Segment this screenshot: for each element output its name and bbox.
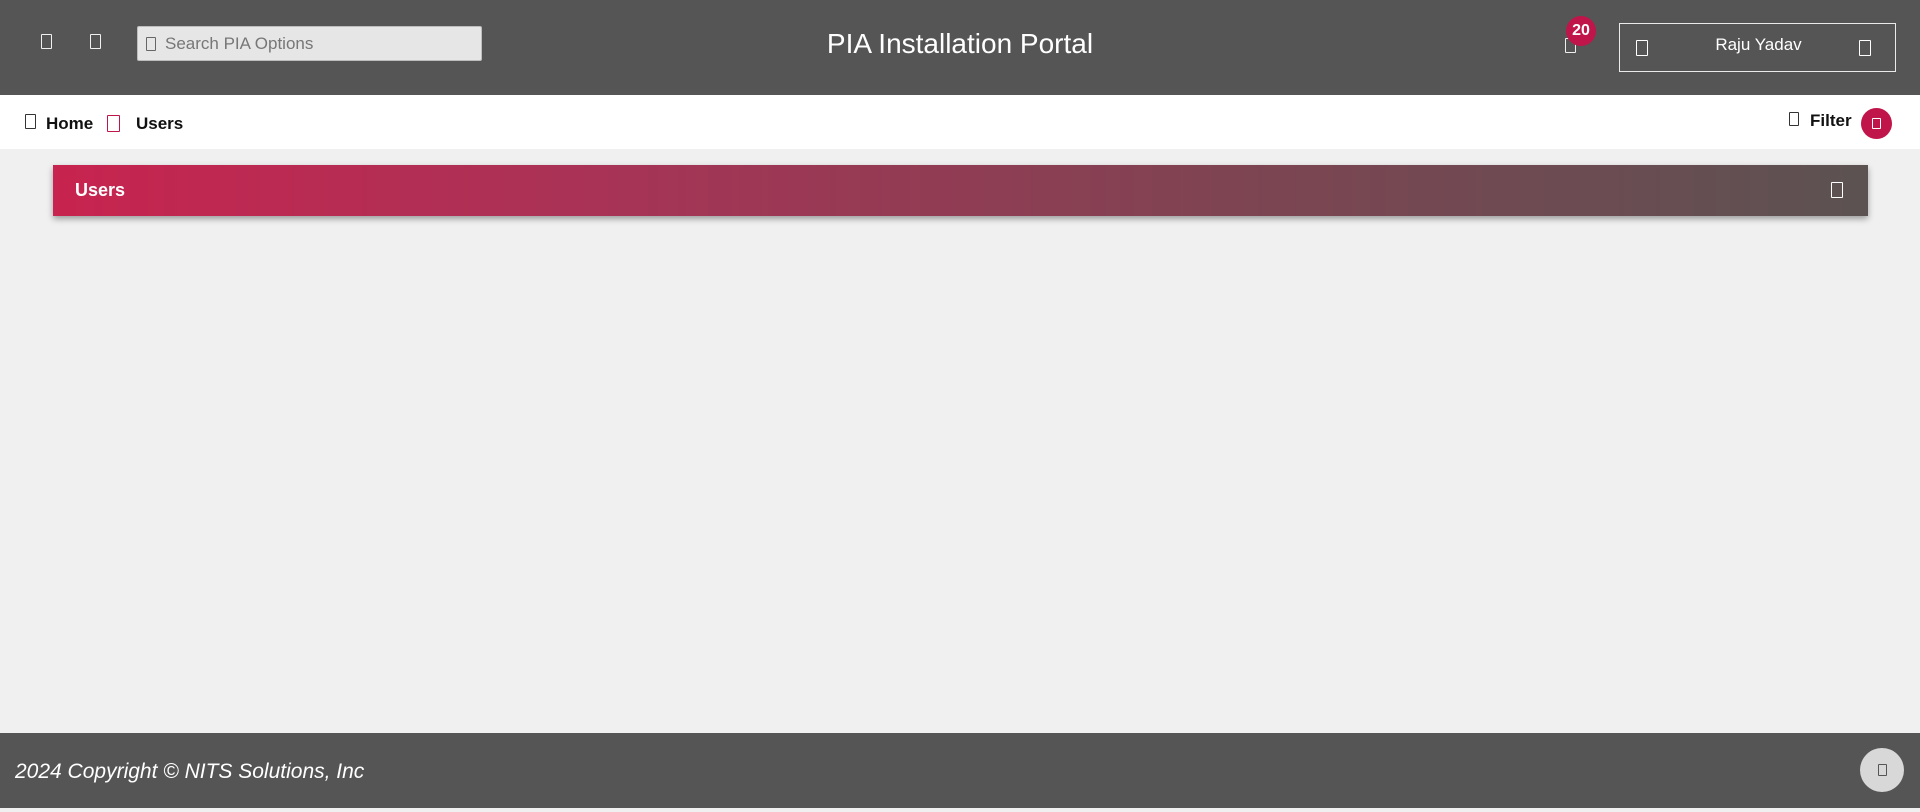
breadcrumb-current: Users <box>136 114 184 133</box>
users-panel-header: Users <box>53 165 1868 216</box>
notification-badge[interactable]: 20 <box>1566 16 1596 46</box>
scroll-to-top-button[interactable] <box>1860 748 1904 792</box>
panel-options-icon[interactable] <box>1831 182 1843 198</box>
breadcrumb-home-link[interactable]: Home <box>46 114 93 134</box>
top-navigation-bar: PIA Installation Portal 20 Raju Yadav <box>0 0 1920 95</box>
arrow-up-icon <box>1877 764 1887 776</box>
user-menu-button[interactable]: Raju Yadav <box>1619 23 1896 72</box>
filter-toggle-button[interactable] <box>1861 108 1892 139</box>
home-icon[interactable] <box>25 114 36 129</box>
user-name: Raju Yadav <box>1715 35 1802 54</box>
chevron-right-icon <box>107 115 120 132</box>
panel-title: Users <box>75 180 126 200</box>
footer: 2024 Copyright © NITS Solutions, Inc <box>0 733 1920 808</box>
filter-icon[interactable] <box>1789 112 1799 126</box>
chevron-down-icon <box>1859 40 1871 56</box>
copyright-text: 2024 Copyright © NITS Solutions, Inc <box>15 760 365 783</box>
filter-label[interactable]: Filter <box>1810 111 1852 131</box>
breadcrumb: Home Users Filter <box>0 95 1920 149</box>
toggle-icon <box>1872 118 1881 129</box>
